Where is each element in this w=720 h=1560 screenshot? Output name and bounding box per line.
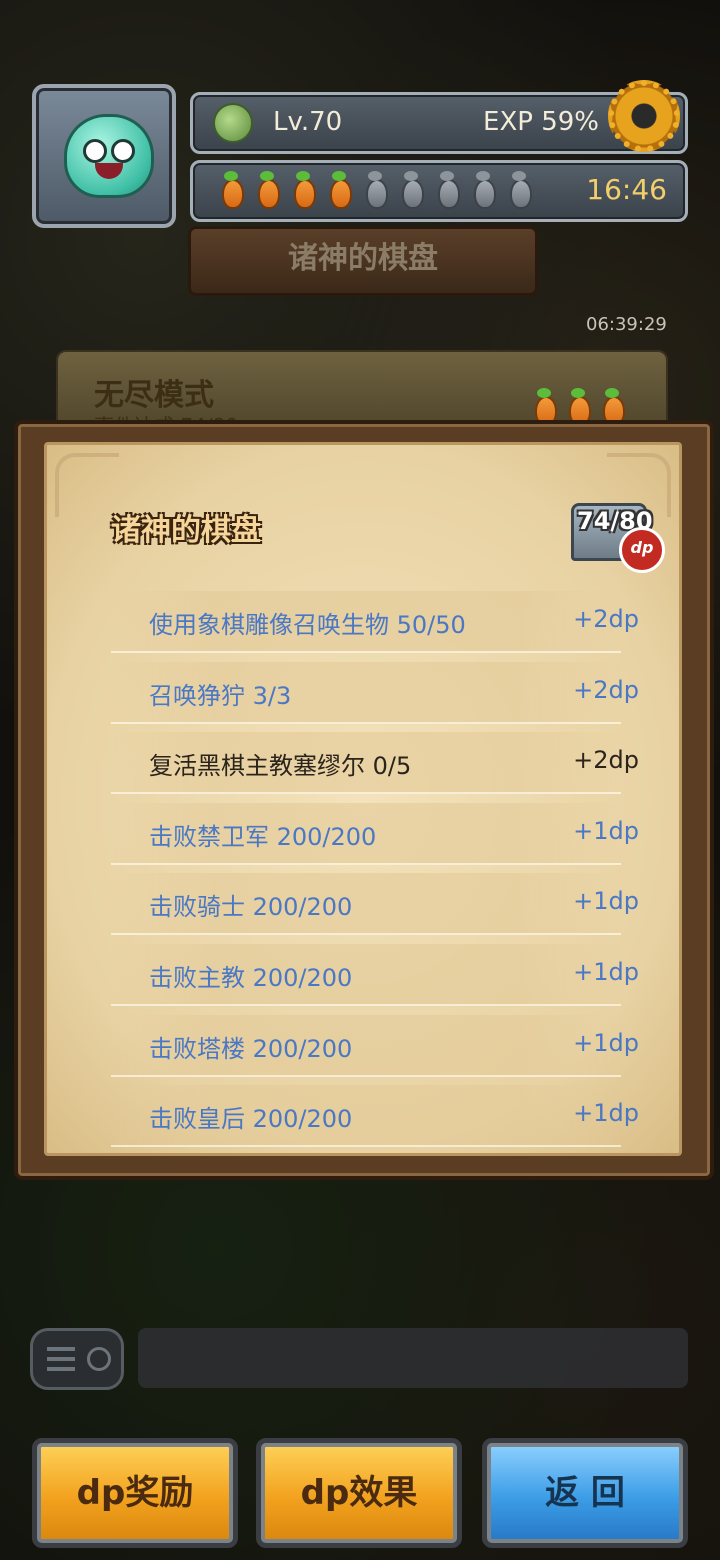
- dp-badge: dp: [619, 527, 665, 573]
- task-row: 击败塔楼 200/200 +1dp: [111, 1014, 639, 1077]
- task-reward: +1dp: [573, 816, 639, 845]
- task-reward: +1dp: [573, 1028, 639, 1057]
- carrot-empty-icon: [503, 171, 533, 209]
- task-label: 使用象棋雕像召唤生物 50/50: [149, 611, 466, 639]
- stamina-timer: 16:46: [586, 173, 667, 206]
- carrot-icon: [596, 388, 626, 426]
- task-list: 使用象棋雕像召唤生物 50/50 +2dp 召唤狰狞 3/3 +2dp 复活黑棋主教塞缪…: [111, 591, 639, 1156]
- task-row: 击败皇后 200/200 +1dp: [111, 1085, 639, 1148]
- back-button[interactable]: 返 回: [482, 1438, 688, 1548]
- ornament-corner: [55, 453, 119, 517]
- carrot-icon: [528, 388, 558, 426]
- avatar-character-icon: [64, 114, 154, 198]
- task-row: 击败禁卫军 200/200 +1dp: [111, 802, 639, 865]
- carrot-empty-icon: [431, 171, 461, 209]
- parchment-panel: 诸神的棋盘 74/80 dp 使用象棋雕像召唤生物 50/50 +2dp 召唤狰狞 …: [44, 442, 682, 1156]
- task-row: 复活黑棋主教塞缪尔 0/5 +2dp: [111, 732, 639, 795]
- event-countdown: 06:39:29: [586, 314, 667, 335]
- carrot-empty-icon: [467, 171, 497, 209]
- player-level: Lv.70: [273, 107, 343, 137]
- chat-input[interactable]: [138, 1328, 688, 1388]
- settings-gear-icon[interactable]: [608, 80, 680, 152]
- chat-icon[interactable]: [30, 1328, 124, 1390]
- player-avatar[interactable]: [32, 84, 176, 228]
- achievement-modal: 诸神的棋盘 74/80 dp 使用象棋雕像召唤生物 50/50 +2dp 召唤狰狞 …: [14, 420, 714, 1180]
- carrot-full-icon: [323, 171, 353, 209]
- treasure-chest-icon: 74/80 dp: [563, 489, 665, 573]
- task-reward: +1dp: [573, 957, 639, 986]
- carrot-empty-icon: [359, 171, 389, 209]
- task-label: 召唤狰狞 3/3: [149, 681, 292, 710]
- stage-banner: 诸神的棋盘: [188, 226, 538, 296]
- task-reward: +2dp: [573, 746, 639, 775]
- dp-reward-button[interactable]: dp奖励: [32, 1438, 238, 1548]
- task-label: 击败禁卫军 200/200: [149, 822, 377, 851]
- task-label: 击败皇后 200/200: [149, 1105, 353, 1134]
- task-reward: +2dp: [573, 675, 639, 704]
- task-label: 击败塔楼 200/200: [149, 1034, 353, 1063]
- task-row: 击败骑士 200/200 +1dp: [111, 873, 639, 936]
- mode-title: 无尽模式: [94, 378, 214, 413]
- leaf-icon: [213, 103, 253, 143]
- player-exp: EXP 59%: [483, 107, 599, 137]
- task-reward: +1dp: [573, 887, 639, 916]
- task-row: 召唤狰狞 3/3 +2dp: [111, 661, 639, 724]
- task-label: 击败骑士 200/200: [149, 893, 353, 922]
- carrot-empty-icon: [395, 171, 425, 209]
- carrot-stamina-row: [215, 171, 533, 209]
- task-label: 复活黑棋主教塞缪尔 0/5: [149, 752, 412, 781]
- task-row: 击败主教 200/200 +1dp: [111, 943, 639, 1006]
- stamina-bar: 16:46: [190, 160, 688, 222]
- carrot-full-icon: [251, 171, 281, 209]
- task-row: 使用象棋雕像召唤生物 50/50 +2dp: [111, 591, 639, 653]
- task-reward: +1dp: [573, 1099, 639, 1128]
- task-label: 击败主教 200/200: [149, 963, 353, 992]
- mode-carrot-icons: [528, 388, 626, 426]
- carrot-full-icon: [287, 171, 317, 209]
- carrot-full-icon: [215, 171, 245, 209]
- modal-title: 诸神的棋盘: [111, 513, 261, 548]
- task-reward: +2dp: [573, 605, 639, 633]
- carrot-icon: [562, 388, 592, 426]
- dp-effect-button[interactable]: dp效果: [256, 1438, 462, 1548]
